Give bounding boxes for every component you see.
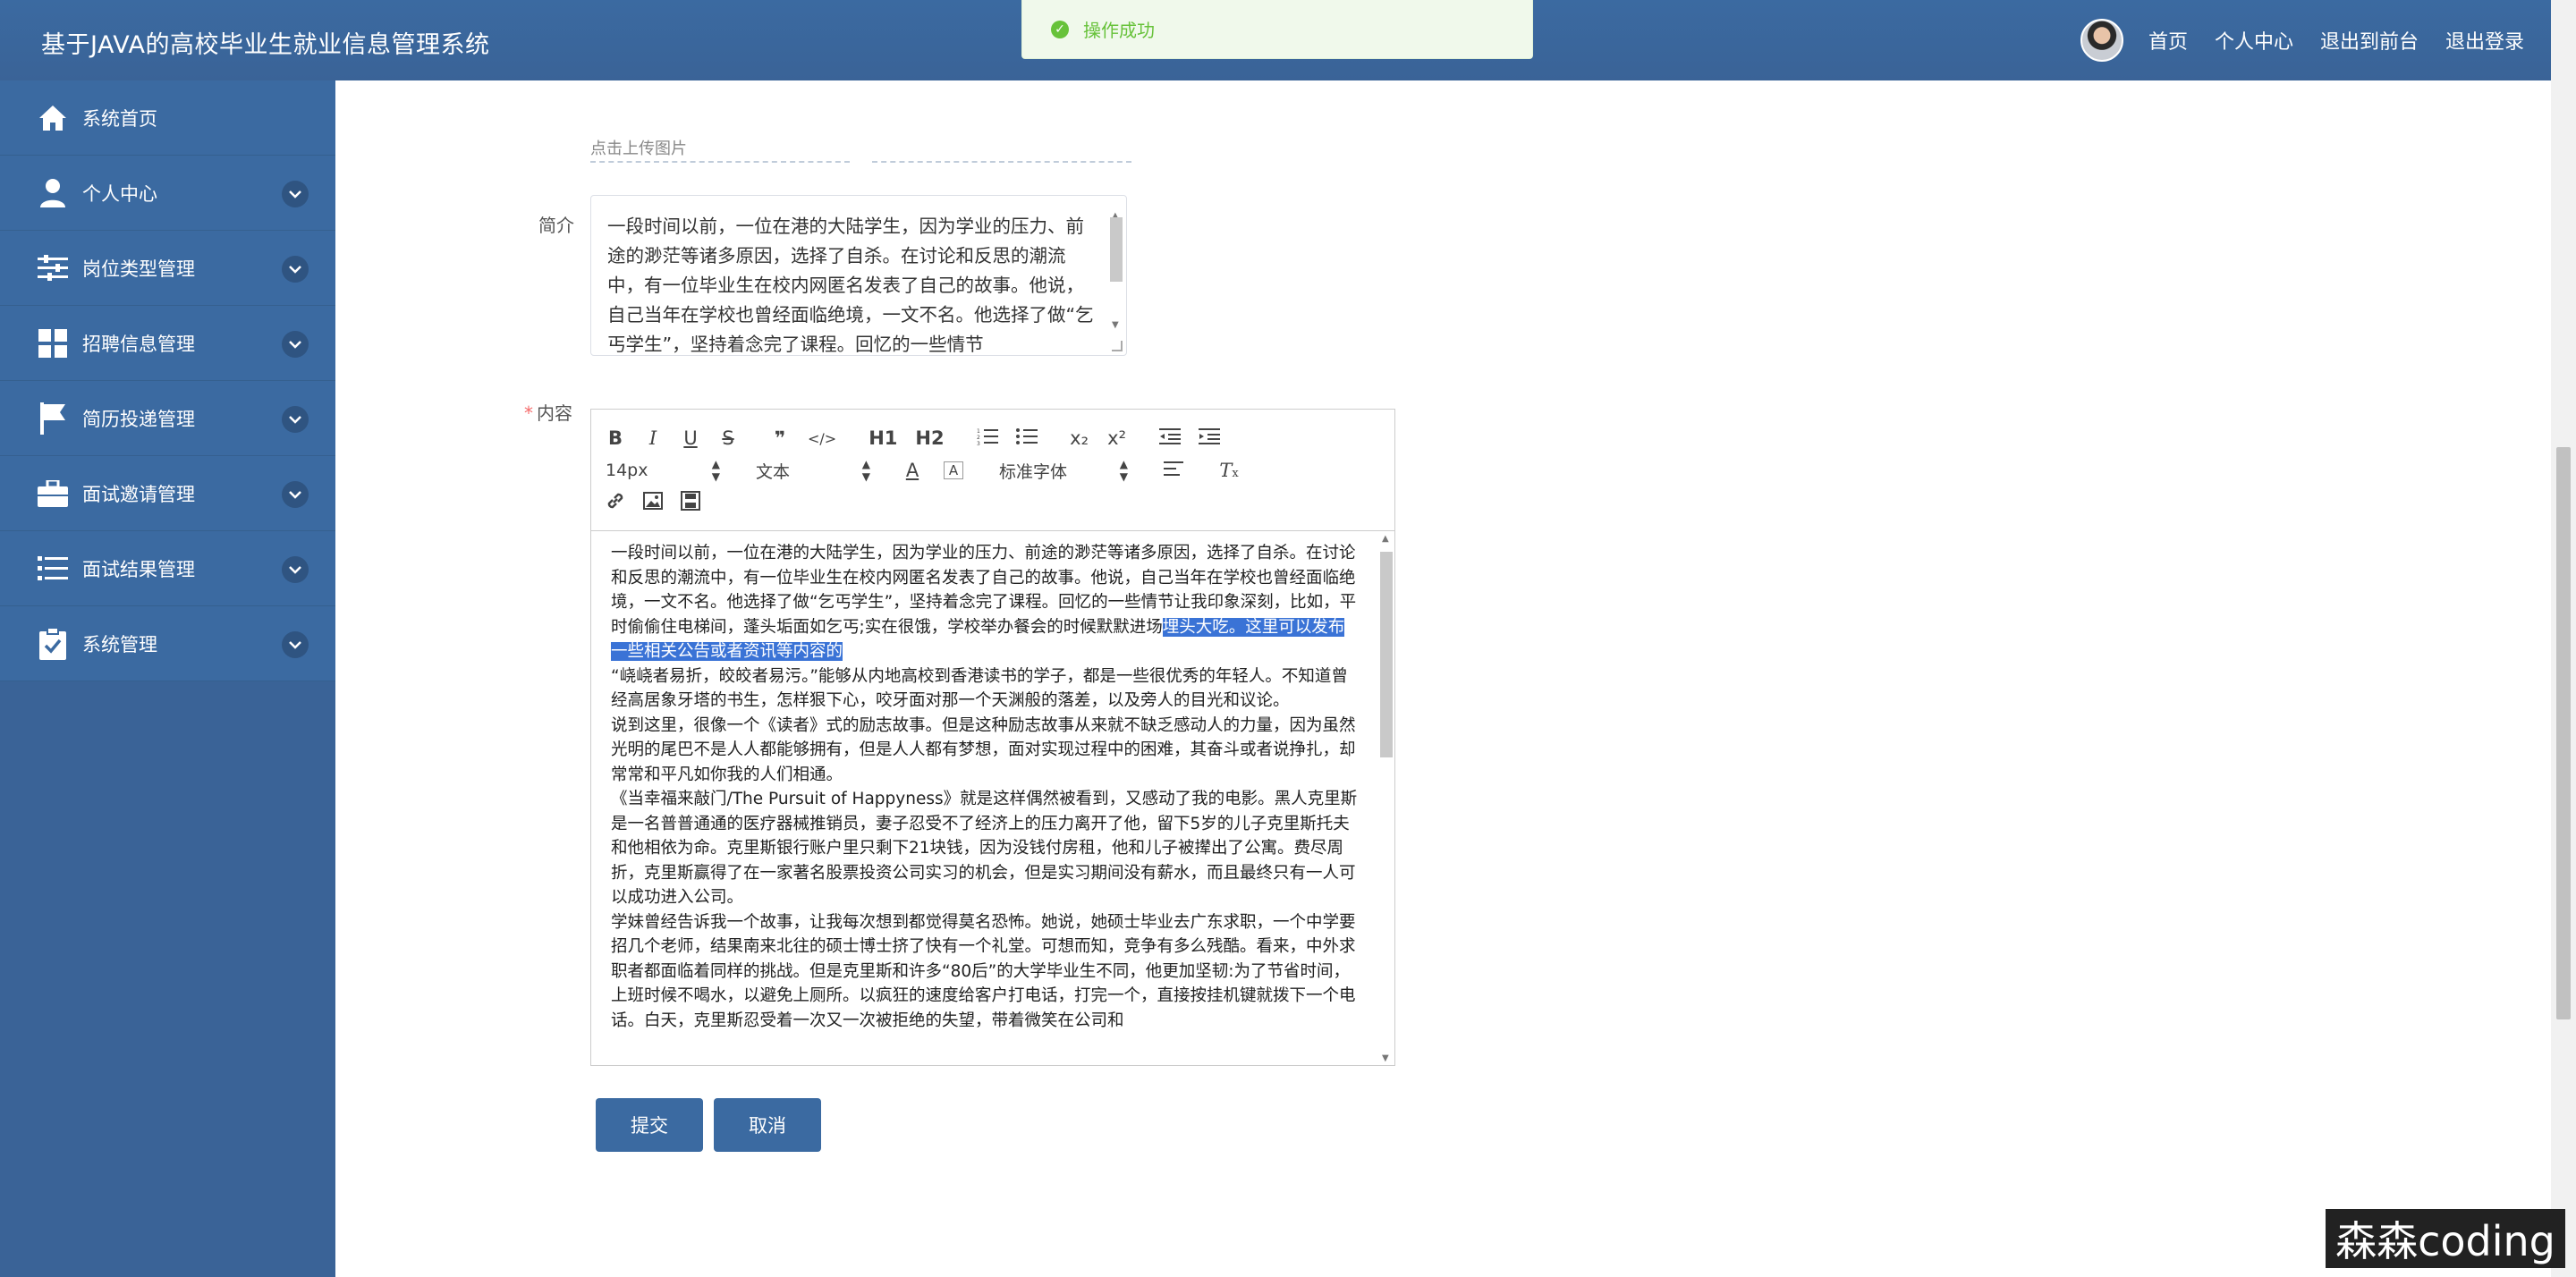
sidebar-item-label: 招聘信息管理 (82, 333, 195, 355)
chevron-down-icon[interactable] (282, 556, 309, 583)
nav-home-link[interactable]: 首页 (2148, 26, 2188, 55)
svg-text:3: 3 (977, 441, 980, 445)
required-mark: * (524, 402, 533, 424)
quote-button[interactable]: ❞ (770, 427, 790, 449)
ordered-list-icon[interactable]: 123 (977, 427, 998, 450)
avatar[interactable] (2080, 19, 2123, 62)
chevron-down-icon[interactable] (282, 631, 309, 658)
sidebar-item-recruitment[interactable]: 招聘信息管理 (0, 306, 335, 381)
upload-preview-border (872, 157, 1131, 163)
sidebar-item-resume[interactable]: 简历投递管理 (0, 381, 335, 456)
svg-text:2: 2 (977, 435, 980, 441)
text-type-select[interactable]: 文本 ▲ ▼ (756, 458, 870, 483)
home-icon (36, 101, 70, 135)
underline-button[interactable]: U (681, 427, 700, 449)
cancel-button[interactable]: 取消 (714, 1098, 821, 1152)
sidebar-item-job-types[interactable]: 岗位类型管理 (0, 231, 335, 306)
sidebar-item-home[interactable]: 系统首页 (0, 80, 335, 156)
background-color-icon[interactable]: A (944, 461, 963, 479)
editor-content[interactable]: 一段时间以前，一位在港的大陆学生，因为学业的压力、前途的渺茫等诸多原因，选择了自… (591, 532, 1378, 1065)
rich-text-editor: B I U S ❞ </> H1 H2 123 x₂ x² 14px ▲ ▼ 文本 ▲… (590, 409, 1395, 1066)
intro-scrollbar[interactable]: ▲ ▼ (1106, 198, 1124, 353)
svg-text:1: 1 (977, 428, 980, 435)
font-family-select[interactable]: 标准字体 ▲ ▼ (999, 458, 1128, 483)
editor-paragraph: 学妹曾经告诉我一个故事，让我每次想到都觉得莫名恐怖。她说，她硕士毕业去广东求职，… (611, 912, 1356, 1030)
header-nav: 首页 个人中心 退出到前台 退出登录 (2080, 18, 2551, 63)
font-color-icon[interactable]: A (902, 460, 922, 481)
list-icon (36, 552, 70, 586)
subscript-button[interactable]: x₂ (1070, 427, 1089, 449)
sidebar-item-label: 个人中心 (82, 182, 157, 205)
sliders-icon (36, 251, 70, 285)
strike-button[interactable]: S (718, 427, 738, 449)
nav-logout-link[interactable]: 退出登录 (2445, 26, 2524, 55)
heading1-button[interactable]: H1 (869, 427, 897, 449)
nav-front-link[interactable]: 退出到前台 (2320, 26, 2419, 55)
sidebar-item-label: 简历投递管理 (82, 408, 195, 430)
chevron-down-icon[interactable] (282, 406, 309, 433)
clipboard-check-icon (36, 627, 70, 661)
sidebar-item-label: 面试邀请管理 (82, 483, 195, 505)
italic-button[interactable]: I (643, 427, 663, 449)
sidebar-item-profile[interactable]: 个人中心 (0, 156, 335, 231)
chevron-down-icon[interactable] (282, 331, 309, 358)
link-icon[interactable] (606, 491, 625, 515)
sidebar: 系统首页 个人中心 岗位类型管理 招聘信息管理 简历投递管理 面试邀请管理 面试… (0, 80, 335, 1277)
intro-label: 简介 (538, 215, 574, 236)
content-label: * 内容 (524, 402, 572, 424)
chevron-down-icon[interactable] (282, 481, 309, 508)
bold-button[interactable]: B (606, 427, 625, 449)
sidebar-item-interview-invite[interactable]: 面试邀请管理 (0, 456, 335, 531)
sidebar-item-label: 岗位类型管理 (82, 258, 195, 280)
code-block-button[interactable]: </> (808, 430, 836, 447)
editor-paragraph: “峣峣者易折，皎皎者易污。”能够从内地高校到香港读书的学子，都是一些很优秀的年轻… (611, 666, 1348, 711)
chevron-down-icon[interactable] (282, 256, 309, 283)
sidebar-item-system[interactable]: 系统管理 (0, 606, 335, 681)
sidebar-item-label: 系统首页 (82, 107, 157, 130)
sidebar-item-interview-result[interactable]: 面试结果管理 (0, 531, 335, 606)
chevron-down-icon[interactable] (282, 181, 309, 207)
superscript-button[interactable]: x² (1107, 427, 1127, 449)
intro-textarea[interactable]: 一段时间以前，一位在港的大陆学生，因为学业的压力、前途的渺茫等诸多原因，选择了自… (590, 195, 1127, 356)
submit-button[interactable]: 提交 (596, 1098, 703, 1152)
briefcase-icon (36, 477, 70, 511)
watermark: 森森coding (2326, 1209, 2565, 1268)
font-size-select[interactable]: 14px ▲ ▼ (606, 458, 720, 483)
indent-icon[interactable] (1198, 427, 1220, 450)
align-icon[interactable] (1164, 460, 1183, 481)
heading2-button[interactable]: H2 (915, 427, 944, 449)
user-icon (36, 176, 70, 210)
grid-icon (36, 326, 70, 360)
page-scrollbar[interactable] (2551, 0, 2576, 1277)
sidebar-item-label: 系统管理 (82, 633, 157, 655)
app-title: 基于JAVA的高校毕业生就业信息管理系统 (41, 31, 490, 59)
intro-text: 一段时间以前，一位在港的大陆学生，因为学业的压力、前途的渺茫等诸多原因，选择了自… (607, 216, 1094, 355)
sidebar-item-label: 面试结果管理 (82, 558, 195, 580)
nav-profile-link[interactable]: 个人中心 (2215, 26, 2293, 55)
bullet-list-icon[interactable] (1015, 427, 1038, 450)
toast-message: 操作成功 (1083, 20, 1155, 41)
image-icon[interactable] (643, 491, 663, 514)
editor-toolbar: B I U S ❞ </> H1 H2 123 x₂ x² 14px ▲ ▼ 文本 ▲… (591, 410, 1394, 531)
upload-hint[interactable]: 点击上传图片 (590, 136, 687, 159)
editor-paragraph: 《当幸福来敲门/The Pursuit of Happyness》就是这样偶然被… (611, 790, 1358, 907)
check-circle-icon: ✓ (1051, 20, 1069, 38)
editor-scrollbar[interactable]: ▲ ▼ (1378, 532, 1394, 1065)
flag-icon (36, 402, 70, 436)
clear-format-icon[interactable]: Tx (1219, 460, 1239, 481)
editor-paragraph: 说到这里，很像一个《读者》式的励志故事。但是这种励志故事从来就不缺乏感动人的力量… (611, 715, 1356, 784)
outdent-icon[interactable] (1158, 427, 1181, 450)
video-icon[interactable] (681, 490, 700, 515)
editor-paragraph: 一段时间以前，一位在港的大陆学生，因为学业的压力、前途的渺茫等诸多原因，选择了自… (611, 544, 1357, 661)
success-toast: ✓ 操作成功 (1021, 0, 1533, 59)
